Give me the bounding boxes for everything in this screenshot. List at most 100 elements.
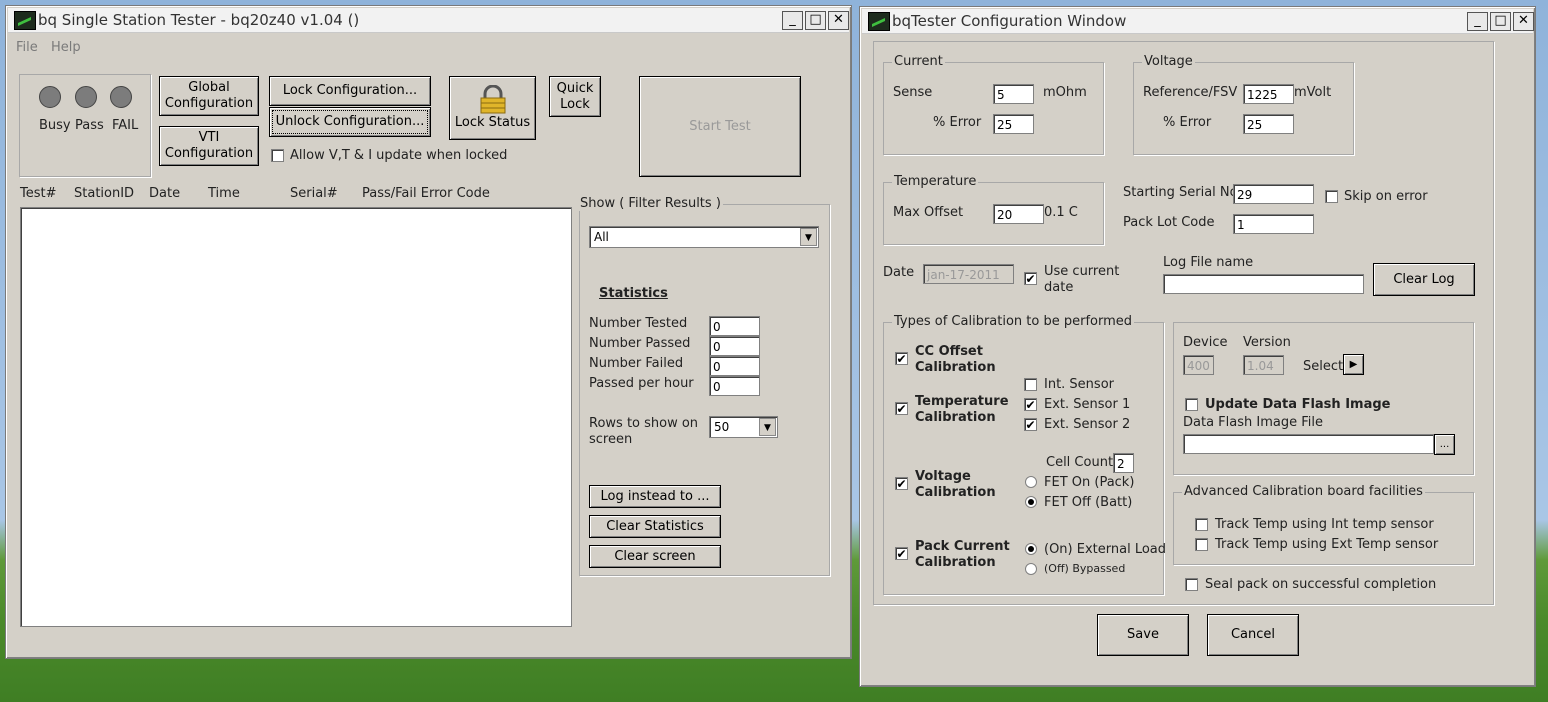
save-button[interactable]: Save	[1097, 614, 1189, 656]
title-bar[interactable]: bq Single Station Tester - bq20z40 v1.04…	[8, 8, 849, 33]
update-dfi-checkbox[interactable]	[1185, 398, 1198, 411]
log-instead-button[interactable]: Log instead to ...	[589, 485, 721, 508]
max-offset-label: Max Offset	[893, 205, 964, 220]
ext-sensor1-checkbox[interactable]: ✔	[1024, 398, 1037, 411]
browse-dfi-button[interactable]: ...	[1434, 434, 1455, 455]
fet-on-radio[interactable]	[1025, 476, 1037, 488]
vti-configuration-button[interactable]: VTI Configuration	[159, 126, 259, 166]
lock-status-button[interactable]: Lock Status	[449, 76, 536, 140]
clear-statistics-label: Clear Statistics	[606, 518, 704, 534]
play-arrow-icon: ▶	[1349, 358, 1358, 370]
skip-on-error-checkbox[interactable]	[1325, 190, 1338, 203]
column-header-serial: Serial#	[290, 186, 338, 201]
cancel-button[interactable]: Cancel	[1207, 614, 1299, 656]
maximize-button[interactable]: □	[805, 11, 826, 30]
log-file-input[interactable]	[1163, 274, 1364, 294]
date-input[interactable]: jan-17-2011	[923, 264, 1014, 284]
fail-label: FAIL	[112, 118, 139, 133]
clear-statistics-button[interactable]: Clear Statistics	[589, 515, 721, 538]
starting-serial-input[interactable]: 29	[1233, 184, 1314, 204]
pack-lot-input[interactable]: 1	[1233, 214, 1314, 234]
sense-input[interactable]: 5	[993, 84, 1034, 104]
pack-current-checkbox[interactable]: ✔	[895, 547, 908, 560]
track-int-label: Track Temp using Int temp sensor	[1215, 517, 1434, 532]
chevron-down-icon[interactable]: ▼	[800, 228, 817, 246]
current-error-input[interactable]: 25	[993, 114, 1034, 134]
seal-pack-checkbox[interactable]	[1185, 578, 1198, 591]
reference-label: Reference/FSV	[1143, 85, 1238, 100]
device-label: Device	[1183, 335, 1228, 350]
close-button[interactable]: ✕	[1513, 12, 1534, 31]
track-ext-checkbox[interactable]	[1195, 538, 1208, 551]
bypassed-radio[interactable]	[1025, 563, 1037, 575]
clear-log-button[interactable]: Clear Log	[1373, 263, 1475, 296]
unlock-configuration-label: Unlock Configuration...	[275, 114, 425, 129]
voltage-calibration-checkbox[interactable]: ✔	[895, 477, 908, 490]
start-test-button[interactable]: Start Test	[639, 76, 801, 177]
chevron-down-icon[interactable]: ▼	[759, 418, 776, 436]
busy-led-icon	[39, 86, 61, 108]
clear-screen-button[interactable]: Clear screen	[589, 545, 721, 568]
rows-to-show-label-2: screen	[589, 432, 633, 447]
browse-dfi-label: ...	[1439, 438, 1450, 450]
int-sensor-checkbox[interactable]	[1024, 378, 1037, 391]
current-group-title: Current	[892, 54, 945, 69]
column-header-test: Test#	[20, 186, 57, 201]
external-load-radio[interactable]	[1025, 543, 1037, 555]
rows-to-show-select[interactable]: 50 ▼	[709, 416, 778, 438]
start-test-label: Start Test	[689, 118, 751, 134]
cc-offset-checkbox[interactable]: ✔	[895, 352, 908, 365]
log-file-label: Log File name	[1163, 255, 1254, 270]
app-icon	[868, 12, 890, 31]
device-input: 400	[1183, 355, 1214, 375]
voltage-error-input[interactable]: 25	[1243, 114, 1294, 134]
minimize-button[interactable]: _	[782, 11, 803, 30]
single-station-tester-window: bq Single Station Tester - bq20z40 v1.04…	[5, 5, 852, 659]
reference-input[interactable]: 1225	[1243, 84, 1294, 104]
vti-configuration-label-2: Configuration	[164, 146, 254, 161]
unlock-configuration-button[interactable]: Unlock Configuration...	[269, 107, 431, 137]
minimize-button[interactable]: _	[1467, 12, 1488, 31]
advanced-group-title: Advanced Calibration board facilities	[1182, 484, 1425, 499]
temperature-calibration-label-1: Temperature	[915, 394, 1009, 409]
pass-label: Pass	[75, 118, 104, 133]
allow-update-label: Allow V,T & I update when locked	[290, 148, 508, 163]
reference-unit: mVolt	[1294, 85, 1332, 100]
title-bar[interactable]: bqTester Configuration Window _ □ ✕	[862, 9, 1534, 34]
external-load-label: (On) External Load	[1044, 542, 1167, 557]
statistics-heading: Statistics	[599, 286, 668, 301]
temperature-calibration-checkbox[interactable]: ✔	[895, 402, 908, 415]
cc-offset-label-2: Calibration	[915, 360, 996, 375]
fet-off-radio[interactable]	[1025, 496, 1037, 508]
column-header-time: Time	[208, 186, 240, 201]
filter-results-title: Show ( Filter Results )	[578, 196, 723, 211]
results-list[interactable]	[20, 207, 572, 627]
cell-count-label: Cell Count	[1046, 455, 1114, 470]
close-button[interactable]: ✕	[828, 11, 849, 30]
date-label: Date	[883, 265, 915, 280]
global-configuration-button[interactable]: Global Configuration	[159, 76, 259, 116]
version-label: Version	[1243, 335, 1291, 350]
lock-configuration-button[interactable]: Lock Configuration...	[269, 76, 431, 106]
max-offset-input[interactable]: 20	[993, 204, 1044, 224]
menu-help[interactable]: Help	[51, 40, 81, 55]
select-device-button[interactable]: ▶	[1343, 354, 1364, 375]
sense-unit: mOhm	[1043, 85, 1087, 100]
quick-lock-button[interactable]: Quick Lock	[549, 76, 601, 117]
log-instead-label: Log instead to ...	[600, 488, 710, 504]
use-current-date-label-2: date	[1044, 280, 1074, 295]
clear-screen-label: Clear screen	[614, 548, 696, 564]
pack-current-label-2: Calibration	[915, 555, 996, 570]
ext-sensor2-checkbox[interactable]: ✔	[1024, 418, 1037, 431]
use-current-date-checkbox[interactable]: ✔	[1024, 272, 1037, 285]
cell-count-input[interactable]: 2	[1113, 453, 1134, 473]
menu-file[interactable]: File	[16, 40, 38, 55]
maximize-button[interactable]: □	[1490, 12, 1511, 31]
stat-value-per-hour: 0	[709, 376, 760, 396]
track-int-checkbox[interactable]	[1195, 518, 1208, 531]
allow-update-checkbox[interactable]	[271, 149, 284, 162]
filter-select[interactable]: All ▼	[589, 226, 819, 248]
lock-status-label: Lock Status	[454, 115, 531, 130]
dfi-file-input[interactable]	[1183, 434, 1434, 454]
cc-offset-label-1: CC Offset	[915, 344, 983, 359]
